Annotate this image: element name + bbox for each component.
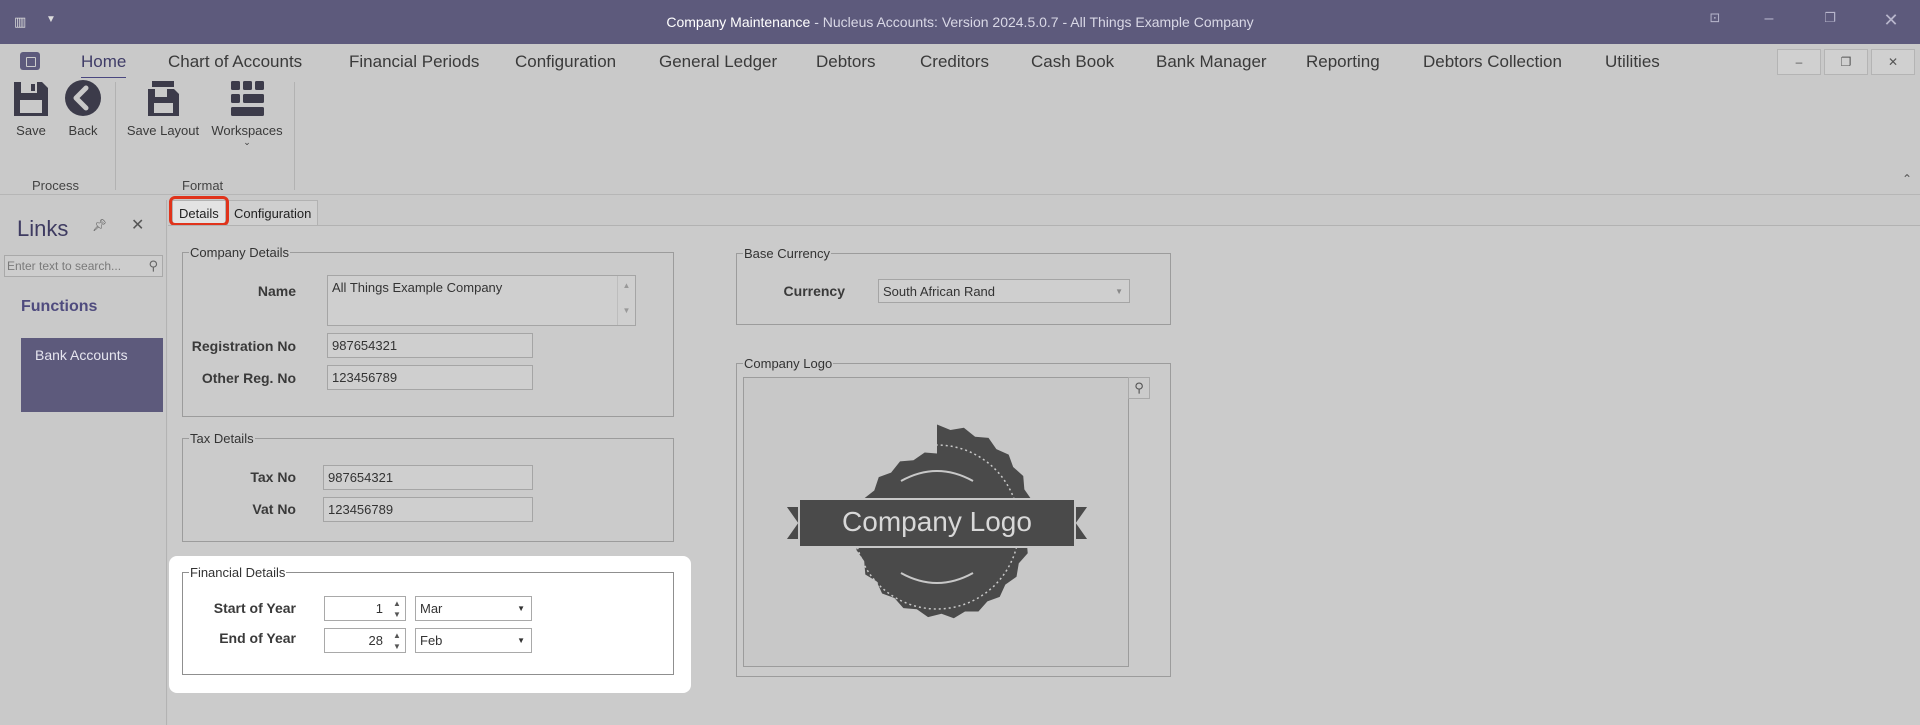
chevron-down-icon[interactable]: ▼ bbox=[1115, 287, 1123, 296]
back-button[interactable]: Back bbox=[62, 78, 104, 138]
bank-accounts-tile[interactable]: Bank Accounts bbox=[21, 338, 163, 412]
currency-label: Currency bbox=[783, 283, 845, 299]
spinner-arrows-icon[interactable]: ▲ ▼ bbox=[389, 629, 405, 652]
minimize-button[interactable]: – bbox=[1754, 10, 1784, 34]
start-day-value: 1 bbox=[375, 601, 383, 616]
tax-no-label: Tax No bbox=[250, 469, 296, 485]
mdi-close-button[interactable]: ✕ bbox=[1871, 49, 1915, 75]
registration-no-field[interactable]: 987654321 bbox=[327, 333, 533, 358]
save-layout-label: Save Layout bbox=[126, 123, 200, 138]
menu-configuration[interactable]: Configuration bbox=[515, 52, 616, 72]
menu-debtors-collection[interactable]: Debtors Collection bbox=[1423, 52, 1562, 72]
workspaces-button[interactable]: Workspaces ⌄ bbox=[209, 78, 285, 147]
menu-utilities[interactable]: Utilities bbox=[1605, 52, 1660, 72]
currency-select[interactable]: South African Rand ▼ bbox=[878, 279, 1130, 303]
company-logo-image[interactable]: Company Logo bbox=[743, 377, 1129, 667]
ribbon-separator bbox=[115, 82, 116, 190]
other-reg-no-field[interactable]: 123456789 bbox=[327, 365, 533, 390]
mdi-restore-button[interactable]: ❐ bbox=[1824, 49, 1868, 75]
save-button[interactable]: Save bbox=[10, 78, 52, 138]
title-bar: ▥ ▼ Company Maintenance - Nucleus Accoun… bbox=[0, 0, 1920, 44]
menu-creditors[interactable]: Creditors bbox=[920, 52, 989, 72]
currency-value: South African Rand bbox=[883, 284, 996, 299]
app-logo-icon[interactable] bbox=[20, 52, 40, 70]
main-menu: Home Chart of Accounts Financial Periods… bbox=[0, 44, 1920, 79]
mdi-minimize-button[interactable]: – bbox=[1777, 49, 1821, 75]
workspaces-grid-icon bbox=[231, 81, 264, 116]
end-day-spinner[interactable]: 28 ▲ ▼ bbox=[324, 628, 406, 653]
maximize-button[interactable]: ❐ bbox=[1815, 10, 1845, 34]
menu-debtors[interactable]: Debtors bbox=[816, 52, 876, 72]
workspaces-label: Workspaces bbox=[211, 123, 283, 138]
links-close-icon[interactable]: ✕ bbox=[131, 215, 144, 235]
registration-no-label: Registration No bbox=[191, 338, 296, 354]
other-reg-no-label: Other Reg. No bbox=[201, 370, 296, 386]
chevron-down-icon[interactable]: ▼ bbox=[517, 604, 525, 613]
bank-accounts-label: Bank Accounts bbox=[35, 347, 128, 363]
tax-details-legend: Tax Details bbox=[190, 431, 254, 446]
tab-configuration[interactable]: Configuration bbox=[227, 200, 319, 225]
start-month-value: Mar bbox=[420, 601, 443, 616]
ribbon-separator bbox=[294, 82, 295, 190]
save-layout-button[interactable]: Save Layout bbox=[124, 78, 202, 138]
window-title: Company Maintenance - Nucleus Accounts: … bbox=[666, 14, 1254, 30]
menu-bank-manager[interactable]: Bank Manager bbox=[1156, 52, 1267, 72]
functions-heading: Functions bbox=[21, 298, 98, 315]
menu-cash-book[interactable]: Cash Book bbox=[1031, 52, 1114, 72]
company-name-field[interactable]: All Things Example Company ▲ ▼ bbox=[327, 275, 636, 326]
menu-reporting[interactable]: Reporting bbox=[1306, 52, 1380, 72]
group-label-format: Format bbox=[182, 178, 224, 193]
end-month-select[interactable]: Feb ▼ bbox=[415, 628, 532, 653]
menu-home[interactable]: Home bbox=[81, 52, 127, 79]
company-name-value: All Things Example Company bbox=[332, 280, 503, 295]
end-of-year-label: End of Year bbox=[219, 630, 296, 646]
back-label: Back bbox=[68, 123, 98, 138]
search-placeholder: Enter text to search... bbox=[7, 259, 122, 273]
tab-strip: Details Configuration bbox=[168, 200, 1920, 226]
group-label-process: Process bbox=[32, 178, 79, 193]
menu-chart-of-accounts[interactable]: Chart of Accounts bbox=[168, 52, 302, 72]
pin-icon[interactable]: 📌︎ bbox=[92, 218, 107, 232]
start-month-select[interactable]: Mar ▼ bbox=[415, 596, 532, 621]
end-month-value: Feb bbox=[420, 633, 443, 648]
restore-layout-icon[interactable]: ⊡ bbox=[1700, 10, 1730, 34]
menu-financial-periods[interactable]: Financial Periods bbox=[349, 52, 479, 72]
company-details-legend: Company Details bbox=[190, 245, 289, 260]
links-pane: Links 📌︎ ✕ Enter text to search... ⚲ Fun… bbox=[0, 200, 167, 725]
start-of-year-label: Start of Year bbox=[213, 600, 296, 616]
save-label: Save bbox=[16, 123, 46, 138]
collapse-ribbon-icon[interactable]: ⌃ bbox=[1902, 172, 1912, 186]
ribbon: Save Back Save Layout Workspaces ⌄ Proce… bbox=[0, 78, 1920, 195]
base-currency-legend: Base Currency bbox=[744, 246, 830, 261]
search-icon[interactable]: ⚲ bbox=[148, 258, 158, 274]
company-logo-text: Company Logo bbox=[842, 506, 1032, 537]
vat-no-field[interactable]: 123456789 bbox=[323, 497, 533, 522]
close-button[interactable]: ✕ bbox=[1876, 10, 1906, 34]
financial-details-legend: Financial Details bbox=[190, 565, 286, 580]
financial-details-highlight: Financial Details Start of Year 1 ▲ ▼ Mar… bbox=[169, 556, 691, 693]
logo-search-icon[interactable]: ⚲ bbox=[1128, 377, 1150, 399]
chevron-down-icon[interactable]: ▼ bbox=[517, 636, 525, 645]
tax-no-field[interactable]: 987654321 bbox=[323, 465, 533, 490]
end-day-value: 28 bbox=[368, 633, 383, 648]
menu-general-ledger[interactable]: General Ledger bbox=[659, 52, 777, 72]
workspaces-dropdown-icon: ⌄ bbox=[243, 137, 251, 147]
save-layout-icon bbox=[148, 81, 179, 116]
links-search-input[interactable]: Enter text to search... ⚲ bbox=[4, 255, 163, 277]
tab-details[interactable]: Details bbox=[172, 200, 226, 225]
spinner-arrows-icon[interactable]: ▲ ▼ bbox=[389, 597, 405, 620]
back-icon bbox=[65, 80, 101, 116]
links-title: Links bbox=[17, 216, 69, 241]
company-logo-legend: Company Logo bbox=[744, 356, 833, 371]
company-details-group: Company Details bbox=[182, 245, 674, 417]
save-icon bbox=[14, 82, 48, 116]
name-label: Name bbox=[257, 283, 296, 299]
memo-scrollbar[interactable]: ▲ ▼ bbox=[617, 276, 635, 325]
vat-no-label: Vat No bbox=[252, 501, 296, 517]
start-day-spinner[interactable]: 1 ▲ ▼ bbox=[324, 596, 406, 621]
